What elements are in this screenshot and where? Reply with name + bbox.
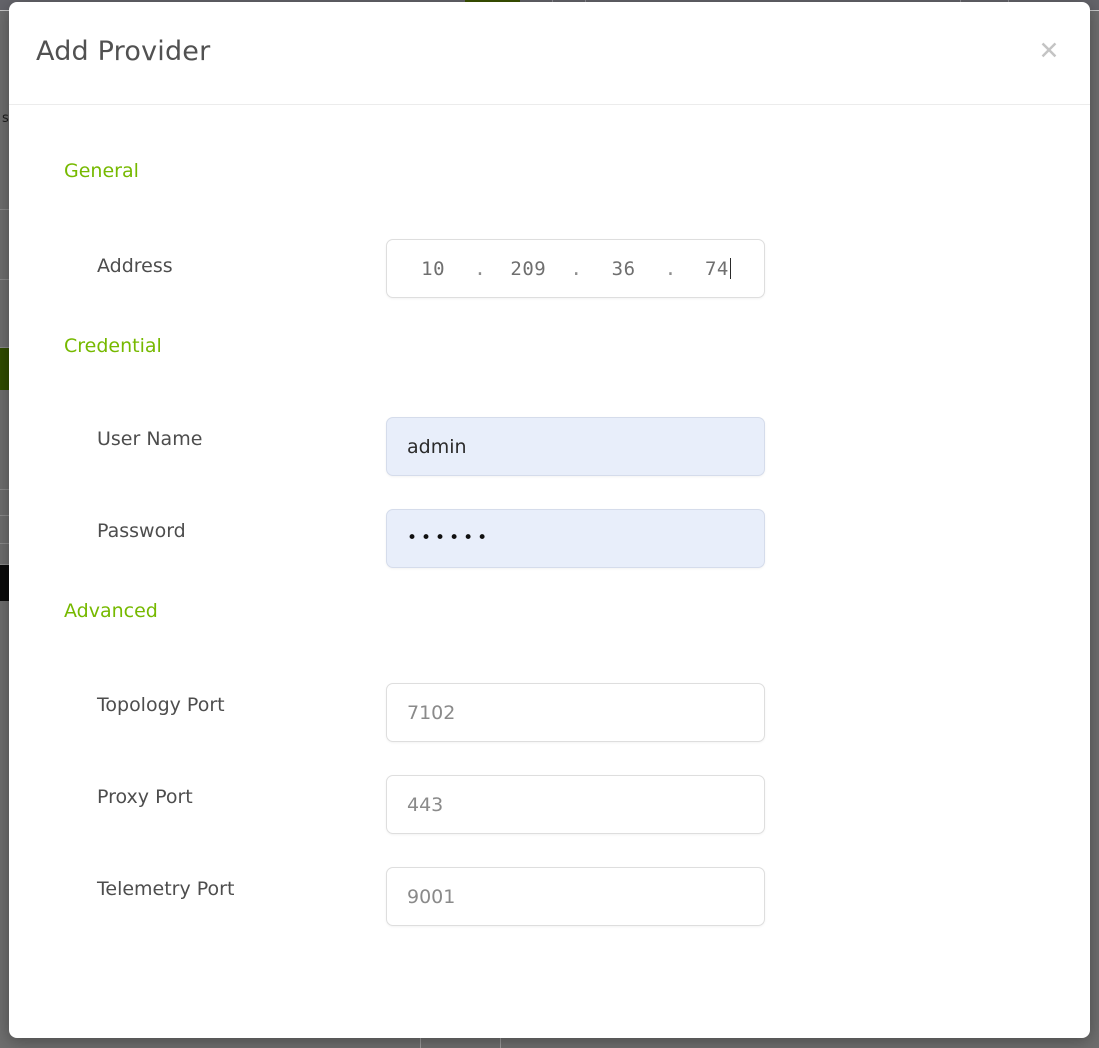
section-header-credential: Credential: [64, 335, 162, 357]
topology-port-input[interactable]: 7102: [386, 683, 765, 742]
section-header-advanced: Advanced: [64, 600, 158, 622]
ip-address-group: 10 . 209 . 36 . 74: [405, 258, 746, 280]
telemetry-port-input[interactable]: 9001: [386, 867, 765, 926]
topology-port-label: Topology Port: [97, 694, 225, 716]
password-label: Password: [97, 520, 186, 542]
address-label: Address: [97, 255, 173, 277]
telemetry-port-value: 9001: [407, 886, 455, 908]
user-name-value: admin: [407, 436, 467, 458]
backdrop-left-glyph: s: [2, 112, 9, 125]
add-provider-dialog: Add Provider ✕ General Address 10 . 209 …: [9, 2, 1090, 1038]
close-icon[interactable]: ✕: [1034, 35, 1064, 65]
proxy-port-label: Proxy Port: [97, 786, 193, 808]
ip-separator: .: [568, 258, 584, 280]
proxy-port-input[interactable]: 443: [386, 775, 765, 834]
dialog-body: General Address 10 . 209 . 36 . 74 Crede…: [9, 105, 1090, 1038]
password-input[interactable]: ••••••: [386, 509, 765, 568]
ip-separator: .: [663, 258, 679, 280]
telemetry-port-label: Telemetry Port: [97, 878, 234, 900]
user-name-label: User Name: [97, 428, 202, 450]
ip-octet-2[interactable]: 209: [510, 258, 546, 280]
ip-octet-1[interactable]: 10: [416, 258, 450, 280]
user-name-input[interactable]: admin: [386, 417, 765, 476]
section-header-general: General: [64, 160, 139, 182]
topology-port-value: 7102: [407, 702, 455, 724]
address-input[interactable]: 10 . 209 . 36 . 74: [386, 239, 765, 298]
ip-octet-4[interactable]: 74: [701, 258, 735, 280]
ip-octet-3[interactable]: 36: [607, 258, 641, 280]
ip-separator: .: [472, 258, 488, 280]
page-title: Add Provider: [36, 36, 210, 67]
ip-octet-4-value: 74: [705, 258, 729, 280]
proxy-port-value: 443: [407, 794, 443, 816]
text-caret: [730, 258, 731, 279]
password-masked-value: ••••••: [407, 530, 491, 547]
dialog-header: Add Provider ✕: [9, 2, 1090, 105]
